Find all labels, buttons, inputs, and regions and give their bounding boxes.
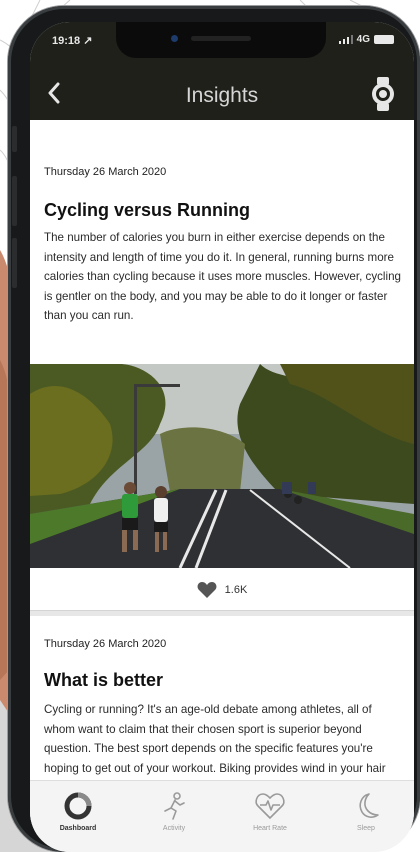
app-screen: 19:18 ↗ 4G Insights Thursday 26 March 20… — [30, 22, 414, 852]
page-title: Insights — [185, 84, 259, 107]
cyclists-road-photo — [30, 364, 414, 568]
volume-up-button — [12, 176, 17, 226]
signal-icon — [338, 35, 353, 44]
tab-sleep[interactable]: Sleep — [326, 789, 406, 845]
heart-pulse-icon — [255, 793, 285, 820]
moon-icon — [359, 793, 379, 818]
likes-count: 1.6K — [224, 584, 248, 596]
tab-icon-wrap — [254, 789, 286, 823]
tab-label: Dashboard — [59, 825, 97, 832]
volume-down-button — [12, 238, 17, 288]
tab-bar: Dashboard Activity Heart Rate Sleep — [30, 780, 414, 852]
app-header: 19:18 ↗ 4G Insights — [30, 22, 414, 120]
watch-icon — [372, 77, 394, 111]
article-photo[interactable] — [30, 364, 414, 568]
battery-icon — [374, 35, 394, 44]
tab-dashboard[interactable]: Dashboard — [38, 789, 118, 845]
tab-label: Heart Rate — [253, 825, 287, 832]
tab-heart-rate[interactable]: Heart Rate — [230, 789, 310, 845]
article-title[interactable]: What is better — [44, 670, 163, 691]
status-time: 19:18 ↗ — [52, 35, 93, 47]
likes-row[interactable]: 1.6K — [30, 578, 414, 602]
tab-label: Activity — [162, 825, 186, 832]
heart-icon[interactable] — [197, 581, 217, 599]
mute-switch — [12, 126, 17, 152]
phone-frame: 19:18 ↗ 4G Insights Thursday 26 March 20… — [8, 6, 420, 852]
tab-label: Sleep — [357, 825, 375, 832]
article-body: The number of calories you burn in eithe… — [44, 231, 401, 323]
watch-button[interactable] — [368, 76, 398, 112]
insights-feed[interactable]: Thursday 26 March 2020 Cycling versus Ru… — [30, 120, 414, 780]
tab-icon-wrap — [63, 789, 93, 823]
article-title[interactable]: Cycling versus Running — [44, 200, 250, 221]
article-divider — [30, 610, 414, 616]
tab-icon-wrap — [159, 789, 189, 823]
article-date: Thursday 26 March 2020 — [44, 166, 167, 178]
status-indicators: 4G — [338, 34, 394, 45]
earpiece-speaker — [191, 36, 251, 41]
front-camera — [171, 35, 178, 42]
dashboard-ring-icon — [64, 792, 92, 820]
runner-icon — [164, 792, 185, 820]
tab-icon-wrap — [351, 789, 381, 823]
network-type: 4G — [356, 34, 370, 45]
article-body: Cycling or running? It's an age-old deba… — [44, 703, 386, 775]
notch — [116, 22, 326, 58]
article-date: Thursday 26 March 2020 — [44, 638, 167, 650]
tab-activity[interactable]: Activity — [134, 789, 214, 845]
